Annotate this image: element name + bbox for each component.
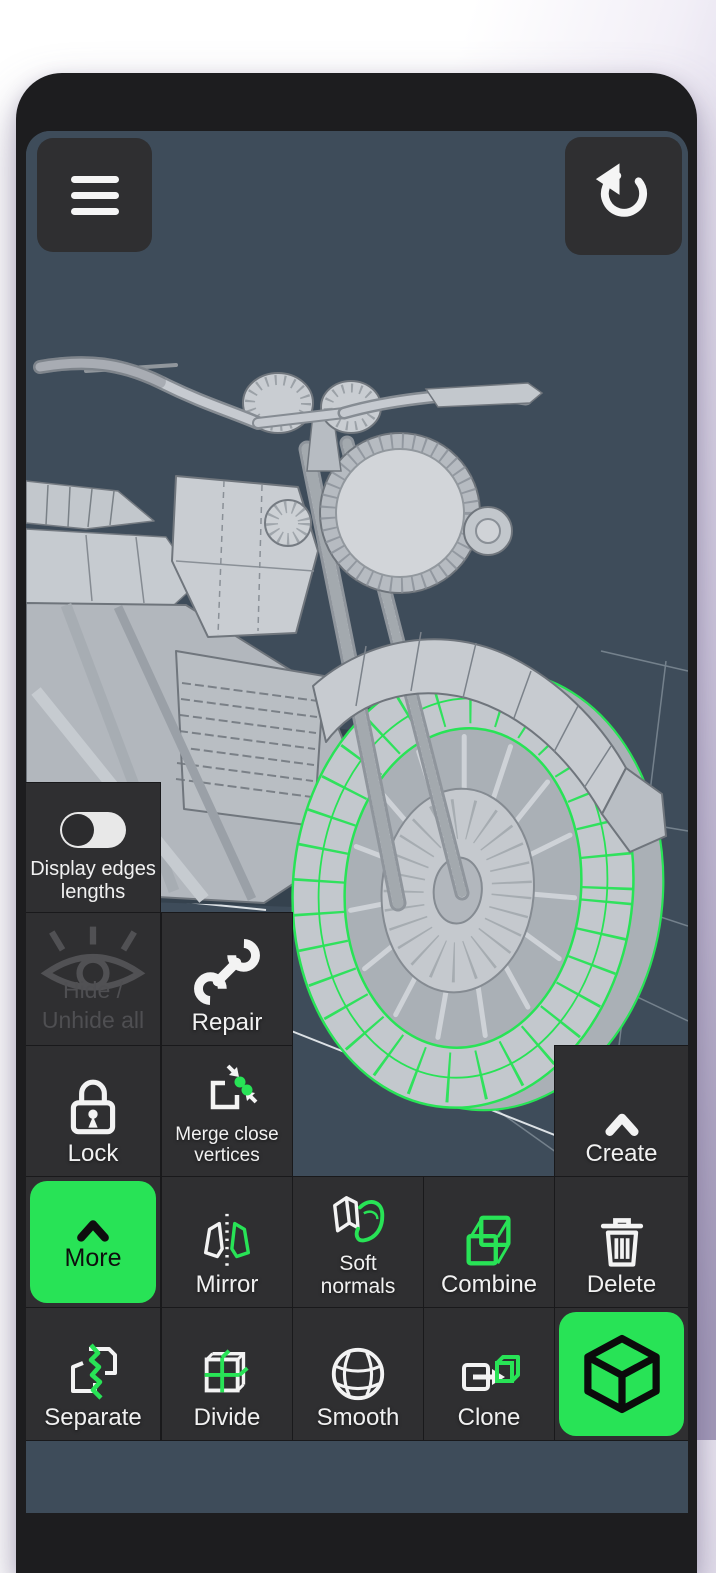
chevron-up-icon xyxy=(604,1113,639,1136)
tool-lock-label: Lock xyxy=(67,1139,119,1167)
tool-clone-label: Clone xyxy=(457,1403,521,1431)
tool-hide-unhide[interactable]: Hide / Unhide all xyxy=(26,913,160,1045)
tool-soft-normals[interactable]: Soft normals xyxy=(293,1177,423,1307)
soft-normals-icon xyxy=(333,1195,385,1243)
wrench-icon xyxy=(194,938,260,1005)
tool-delete[interactable]: Delete xyxy=(555,1177,688,1307)
tool-create[interactable]: Create xyxy=(555,1046,688,1176)
tool-create-label: Create xyxy=(585,1139,658,1167)
more-button[interactable]: More xyxy=(30,1181,156,1303)
smooth-icon xyxy=(331,1347,385,1400)
tool-smooth-label: Smooth xyxy=(316,1403,400,1431)
clone-icon xyxy=(462,1354,520,1391)
tool-divide-label: Divide xyxy=(193,1403,261,1431)
hamburger-menu-icon xyxy=(70,175,119,215)
tool-hide-unhide-label: Hide / Unhide all xyxy=(41,977,145,1034)
tool-add-primitive-cell xyxy=(555,1308,688,1440)
merge-vertices-icon xyxy=(210,1064,258,1110)
divide-icon xyxy=(204,1348,249,1393)
padlock-icon xyxy=(70,1079,116,1134)
tool-lock[interactable]: Lock xyxy=(26,1046,160,1176)
trash-icon xyxy=(600,1217,643,1267)
tool-soft-normals-label: Soft normals xyxy=(320,1251,396,1298)
tool-separate-label: Separate xyxy=(44,1403,142,1431)
tool-repair-label: Repair xyxy=(191,1008,263,1036)
tool-clone[interactable]: Clone xyxy=(424,1308,554,1440)
menu-button[interactable] xyxy=(37,138,152,252)
separate-icon xyxy=(71,1343,117,1400)
undo-button[interactable] xyxy=(565,137,682,255)
tool-mirror-label: Mirror xyxy=(195,1270,259,1298)
tool-more-cell: More xyxy=(26,1177,160,1307)
tool-mirror[interactable]: Mirror xyxy=(162,1177,292,1307)
tool-divide[interactable]: Divide xyxy=(162,1308,292,1440)
tool-smooth[interactable]: Smooth xyxy=(293,1308,423,1440)
cube-icon xyxy=(583,1334,660,1414)
display-edges-toggle[interactable] xyxy=(60,812,126,849)
display-edges-panel: Display edges lengths xyxy=(26,783,160,913)
tool-delete-label: Delete xyxy=(586,1270,657,1298)
tool-separate[interactable]: Separate xyxy=(26,1308,160,1440)
tool-combine-label: Combine xyxy=(440,1270,538,1298)
combine-icon xyxy=(466,1215,511,1266)
more-button-label: More xyxy=(64,1244,122,1273)
phone-frame: Display edges lengths Hide / Unhide all … xyxy=(16,73,697,1573)
tool-combine[interactable]: Combine xyxy=(424,1177,554,1307)
toggle-knob xyxy=(62,814,94,847)
add-primitive-button[interactable] xyxy=(559,1312,684,1436)
undo-icon xyxy=(595,163,647,217)
tool-repair[interactable]: Repair xyxy=(162,913,292,1045)
chevron-up-icon xyxy=(77,1220,109,1242)
tool-merge-close-vertices[interactable]: Merge close vertices xyxy=(162,1046,292,1176)
tool-merge-label: Merge close vertices xyxy=(175,1124,279,1167)
mirror-icon xyxy=(203,1213,251,1268)
display-edges-label: Display edges lengths xyxy=(30,858,156,903)
app-screen: Display edges lengths Hide / Unhide all … xyxy=(26,131,688,1513)
